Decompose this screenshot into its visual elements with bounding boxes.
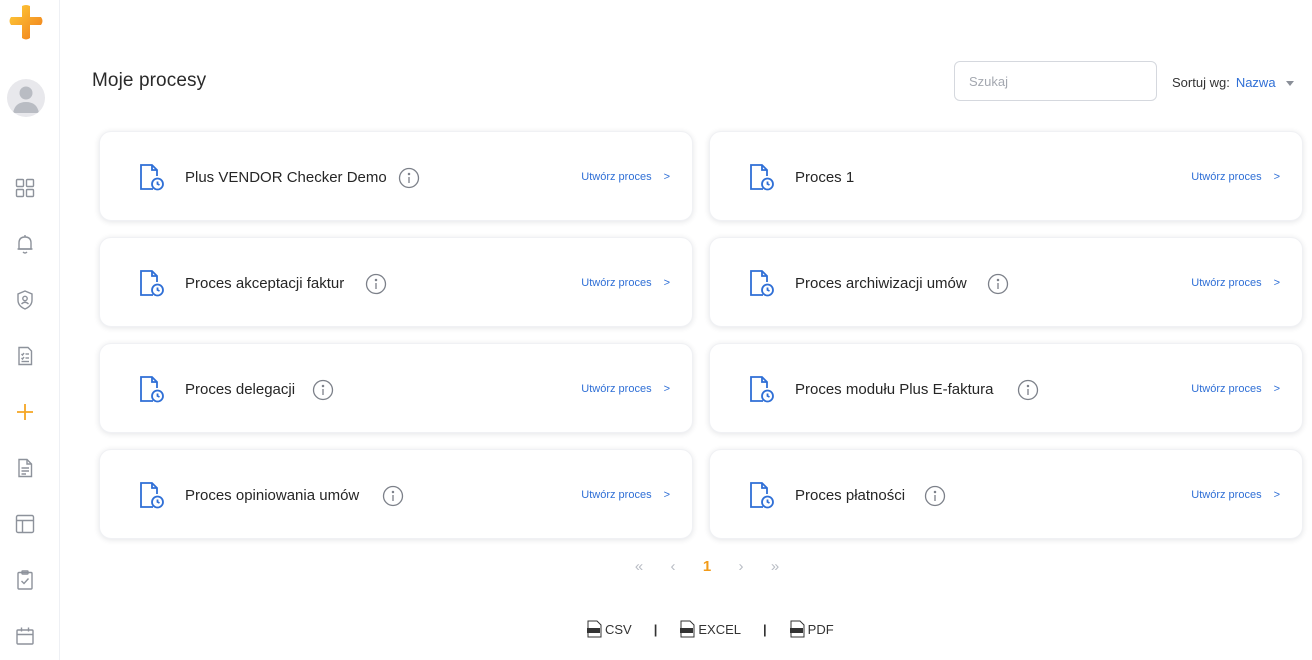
chevron-right-icon: > <box>1273 171 1280 183</box>
create-process-link[interactable]: Utwórz proces > <box>581 171 670 183</box>
process-document-icon <box>140 482 164 509</box>
excel-file-icon <box>680 620 695 638</box>
create-process-link[interactable]: Utwórz proces > <box>581 489 670 501</box>
chevron-right-icon: > <box>663 277 670 289</box>
sort-control: Sortuj wg: Nazwa <box>1172 75 1294 90</box>
process-card[interactable]: Proces archiwizacji umów Utwórz proces > <box>709 237 1303 327</box>
process-card[interactable]: Proces 1 Utwórz proces > <box>709 131 1303 221</box>
dashboard-icon[interactable] <box>12 175 38 201</box>
pdf-file-icon <box>789 620 805 638</box>
process-card[interactable]: Plus VENDOR Checker Demo Utwórz proces > <box>99 131 693 221</box>
export-csv-button[interactable]: CSV <box>586 620 632 638</box>
chevron-right-icon: > <box>1273 383 1280 395</box>
process-document-icon <box>750 164 774 191</box>
document-icon[interactable] <box>12 455 38 481</box>
create-process-label: Utwórz proces <box>1191 277 1262 289</box>
process-document-icon <box>140 270 164 297</box>
process-document-icon <box>750 376 774 403</box>
create-process-label: Utwórz proces <box>1191 171 1262 183</box>
sort-label: Sortuj wg: <box>1172 75 1230 90</box>
chevron-right-icon: > <box>663 171 670 183</box>
info-icon[interactable] <box>1017 379 1039 401</box>
create-process-label: Utwórz proces <box>581 489 652 501</box>
process-document-icon <box>140 164 164 191</box>
chevron-right-icon: > <box>663 489 670 501</box>
chevron-down-icon[interactable] <box>1285 81 1294 86</box>
info-icon[interactable] <box>987 273 1009 295</box>
clipboard-check-icon[interactable] <box>12 567 38 593</box>
export-bar: CSV | EXCEL | PDF <box>586 620 834 638</box>
prev-page-button[interactable]: ‹ <box>656 558 690 575</box>
info-icon[interactable] <box>398 167 420 189</box>
process-title: Proces płatności <box>795 487 906 504</box>
first-page-button[interactable]: « <box>622 558 656 575</box>
calendar-icon[interactable] <box>12 623 38 649</box>
create-process-label: Utwórz proces <box>581 277 652 289</box>
create-process-label: Utwórz proces <box>581 171 652 183</box>
checklist-icon[interactable] <box>12 343 38 369</box>
chevron-right-icon: > <box>1273 489 1280 501</box>
next-page-button[interactable]: › <box>724 558 758 575</box>
process-title: Proces 1 <box>795 169 855 186</box>
process-document-icon <box>140 376 164 403</box>
shield-user-icon[interactable] <box>12 287 38 313</box>
process-card[interactable]: Proces opiniowania umów Utwórz proces > <box>99 449 693 539</box>
process-title: Proces modułu Plus E-faktura <box>795 381 994 398</box>
export-pdf-label: PDF <box>807 621 834 637</box>
export-excel-label: EXCEL <box>698 621 742 637</box>
process-document-icon <box>750 270 774 297</box>
search-input[interactable] <box>954 61 1157 101</box>
info-icon[interactable] <box>312 379 334 401</box>
sort-dropdown[interactable]: Nazwa <box>1236 75 1276 90</box>
plus-logo-icon <box>9 5 43 40</box>
process-title: Proces akceptacji faktur <box>185 275 345 292</box>
user-avatar-icon <box>13 86 39 113</box>
avatar[interactable] <box>7 79 45 117</box>
page-title: Moje procesy <box>92 70 207 91</box>
process-card[interactable]: Proces modułu Plus E-faktura Utwórz proc… <box>709 343 1303 433</box>
process-card[interactable]: Proces akceptacji faktur Utwórz proces > <box>99 237 693 327</box>
current-page[interactable]: 1 <box>690 558 724 575</box>
process-card[interactable]: Proces delegacji Utwórz proces > <box>99 343 693 433</box>
export-separator: | <box>763 621 767 637</box>
chevron-right-icon: > <box>1273 277 1280 289</box>
info-icon[interactable] <box>365 273 387 295</box>
export-pdf-button[interactable]: PDF <box>789 620 834 638</box>
info-icon[interactable] <box>924 485 946 507</box>
chevron-right-icon: > <box>663 383 670 395</box>
process-card[interactable]: Proces płatności Utwórz proces > <box>709 449 1303 539</box>
process-title: Plus VENDOR Checker Demo <box>185 169 387 186</box>
create-process-link[interactable]: Utwórz proces > <box>1191 383 1280 395</box>
pagination: « ‹ 1 › » <box>622 558 792 575</box>
create-process-link[interactable]: Utwórz proces > <box>1191 171 1280 183</box>
process-document-icon <box>750 482 774 509</box>
process-title: Proces archiwizacji umów <box>795 275 967 292</box>
csv-file-icon <box>587 620 602 638</box>
sidebar <box>0 0 60 660</box>
create-process-label: Utwórz proces <box>581 383 652 395</box>
main-content: Moje procesy Sortuj wg: Nazwa Plus VENDO… <box>62 0 1312 660</box>
create-process-label: Utwórz proces <box>1191 383 1262 395</box>
create-process-link[interactable]: Utwórz proces > <box>1191 277 1280 289</box>
create-process-link[interactable]: Utwórz proces > <box>581 383 670 395</box>
bell-icon[interactable] <box>12 231 38 257</box>
app-logo[interactable] <box>7 4 45 42</box>
export-csv-label: CSV <box>605 621 632 637</box>
create-process-link[interactable]: Utwórz proces > <box>581 277 670 289</box>
plus-icon[interactable] <box>12 399 38 425</box>
process-title: Proces opiniowania umów <box>185 487 360 504</box>
export-separator: | <box>653 621 658 637</box>
last-page-button[interactable]: » <box>758 558 792 575</box>
create-process-label: Utwórz proces <box>1191 489 1262 501</box>
process-title: Proces delegacji <box>185 381 296 398</box>
create-process-link[interactable]: Utwórz proces > <box>1191 489 1280 501</box>
info-icon[interactable] <box>382 485 404 507</box>
export-excel-button[interactable]: EXCEL <box>679 620 741 638</box>
layout-icon[interactable] <box>12 511 38 537</box>
